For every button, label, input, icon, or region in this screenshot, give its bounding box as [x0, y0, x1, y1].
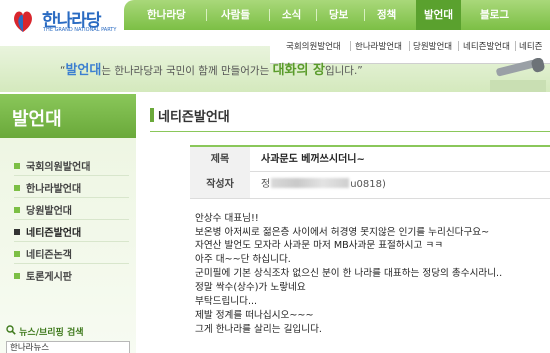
nav-item-policy[interactable]: 정책 [377, 0, 396, 30]
subnav-item-hannara[interactable]: 한나라발언대 [355, 40, 402, 52]
slogan-keyword-forum: 발언대 [65, 63, 102, 78]
subject-row: 제목 사과문도 베꺼쓰시더니~ [190, 145, 550, 173]
search-icon [6, 325, 16, 335]
subject-label: 제목 [190, 147, 250, 173]
body-line: 보온병 아저씨로 젊은층 사이에서 허경영 못지않은 인기를 누리신다구요~ [195, 227, 490, 238]
news-category-select[interactable]: 한나라뉴스 [6, 341, 130, 353]
party-emblem-icon [14, 11, 32, 32]
nav-divider [206, 9, 207, 21]
body-line: 안상수 대표님!! [195, 213, 259, 224]
bullet-icon [14, 185, 20, 191]
party-logo[interactable]: 한나라당 THE GRAND NATIONAL PARTY [6, 4, 126, 44]
bullet-icon [14, 229, 20, 235]
slogan-end: 입니다.” [324, 65, 363, 77]
subnav-divider [350, 41, 351, 51]
writer-id-suffix: u0818) [350, 179, 386, 190]
sidebar-item-hannara[interactable]: 한나라발언대 [14, 180, 81, 195]
bullet-icon [14, 163, 20, 169]
sidebar-divider [14, 219, 129, 220]
nav-divider [316, 9, 317, 21]
sidebar-item-netizen[interactable]: 네티즌발언대 [14, 224, 81, 239]
sidebar-divider [14, 263, 129, 264]
title-accent-bar [150, 108, 154, 122]
body-line: 그게 한나라를 살리는 길입니다. [195, 324, 322, 335]
nav-divider [364, 9, 365, 21]
sidebar-item-label: 당원발언대 [26, 206, 72, 217]
sidebar-item-debate-board[interactable]: 토론게시판 [14, 268, 72, 283]
subnav-divider [458, 41, 459, 51]
redacted-blur [271, 178, 350, 188]
body-line: 군미필에 기본 상식조차 없으신 분이 한 나라를 대표하는 정당의 총수시라니… [195, 268, 503, 279]
sidebar-item-label: 토론게시판 [26, 272, 72, 283]
subnav-item-netizen[interactable]: 네티즌발언대 [463, 40, 510, 52]
title-underline [150, 131, 550, 132]
subnav-item-netizen-pundit[interactable]: 네티즌 [519, 40, 542, 52]
news-search-box: 뉴스/브리핑 검색 한나라뉴스 [0, 322, 136, 353]
nav-item-people[interactable]: 사람들 [221, 0, 250, 30]
body-line: 부탁드립니다... [195, 296, 258, 307]
subnav-item-lawmaker[interactable]: 국회의원발언대 [286, 40, 341, 52]
body-line: 아주 대~~단 하십니다. [195, 254, 291, 265]
nav-item-blog[interactable]: 블로그 [480, 0, 509, 30]
logo-subtitle: THE GRAND NATIONAL PARTY [43, 27, 117, 33]
slogan-middle: 는 한나라당과 국민이 함께 만들어가는 [101, 65, 273, 77]
sidebar-item-label: 국회의원발언대 [26, 162, 91, 173]
sidebar-item-label: 네티즌발언대 [26, 228, 82, 239]
body-line: 제발 정계를 떠나십시오~~~ [195, 310, 314, 321]
nav-item-bulletin[interactable]: 당보 [329, 0, 348, 30]
nav-item-party[interactable]: 한나라당 [147, 0, 186, 30]
body-line: 정말 싹수(상수)가 노랗네요 [195, 282, 306, 293]
sidebar-item-label: 한나라발언대 [26, 184, 82, 195]
writer-label: 작성자 [190, 172, 250, 198]
sidebar-item-netizen-pundit[interactable]: 네티즌논객 [14, 246, 72, 261]
bullet-icon [14, 251, 20, 257]
news-search-title: 뉴스/브리핑 검색 [6, 325, 84, 338]
sidebar-divider [14, 241, 129, 242]
writer-value[interactable]: 정 u0818) [261, 172, 386, 198]
nav-item-forum[interactable]: 발언대 [416, 0, 461, 30]
sidebar-divider [14, 197, 129, 198]
sidebar-item-label: 네티즌논객 [26, 250, 72, 261]
subject-value: 사과문도 베꺼쓰시더니~ [261, 154, 365, 165]
writer-name-prefix: 정 [261, 179, 271, 190]
sidebar-divider [14, 175, 129, 176]
sidebar-item-member[interactable]: 당원발언대 [14, 202, 72, 217]
subnav-divider [515, 41, 516, 51]
news-search-label: 뉴스/브리핑 검색 [19, 328, 84, 338]
nav-item-news[interactable]: 소식 [282, 0, 301, 30]
subnav-item-member[interactable]: 당원발언대 [413, 40, 452, 52]
sidebar-title: 발언대 [0, 94, 136, 138]
nav-divider [269, 9, 270, 21]
body-line: 자연산 발언도 모자라 사과문 마저 MB사과문 표절하시고 ㅋㅋ [195, 240, 444, 251]
writer-row: 작성자 정 u0818) [190, 172, 550, 199]
page-title: 네티즌발언대 [158, 110, 230, 125]
bullet-icon [14, 273, 20, 279]
slogan-text: “발언대는 한나라당과 국민이 함께 만들어가는 대화의 장입니다.” [60, 59, 363, 78]
slogan-keyword-dialogue: 대화의 장 [272, 63, 325, 78]
microphone-icon [490, 58, 546, 92]
subnav-divider [409, 41, 410, 51]
top-navigation: 한나라당 사람들 소식 당보 정책 발언대 블로그 [124, 0, 550, 30]
sidebar-item-lawmaker[interactable]: 국회의원발언대 [14, 158, 90, 173]
bullet-icon [14, 207, 20, 213]
